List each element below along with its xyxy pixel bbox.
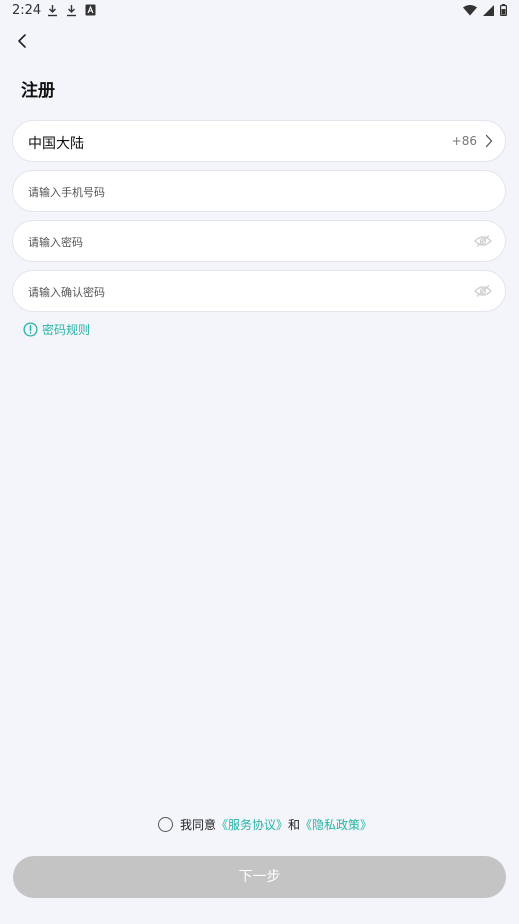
region-label: 中国大陆 — [28, 136, 84, 152]
chevron-left-icon — [18, 34, 26, 48]
next-button[interactable]: 下一步 — [13, 856, 506, 898]
confirm-password-placeholder: 请输入确认密码 — [28, 286, 105, 299]
signal-icon — [483, 4, 494, 16]
status-notification-icons — [47, 4, 96, 17]
agreement-row: 我同意《服务协议》和《隐私政策》 — [158, 816, 372, 833]
chevron-right-icon — [485, 134, 493, 148]
agreement-checkbox[interactable] — [158, 817, 173, 832]
page-title: 注册 — [21, 81, 55, 101]
back-button[interactable] — [12, 30, 34, 52]
download-icon — [67, 5, 76, 17]
phone-placeholder: 请输入手机号码 — [28, 186, 105, 199]
password-input[interactable]: 请输入密码 — [12, 220, 506, 262]
phone-input[interactable]: 请输入手机号码 — [12, 170, 506, 212]
password-placeholder: 请输入密码 — [28, 236, 83, 249]
wifi-icon — [463, 4, 477, 15]
eye-hidden-icon[interactable] — [474, 284, 492, 298]
info-circle-icon — [23, 322, 38, 337]
service-agreement-link[interactable]: 《服务协议》 — [216, 818, 288, 832]
notification-a-icon — [85, 4, 96, 16]
agreement-conjunction: 和 — [288, 818, 301, 832]
agreement-prefix: 我同意 — [180, 818, 217, 832]
status-system-icons — [463, 4, 507, 16]
region-selector[interactable]: 中国大陆 +86 — [12, 120, 506, 162]
confirm-password-input[interactable]: 请输入确认密码 — [12, 270, 506, 312]
country-code: +86 — [451, 134, 477, 148]
status-bar: 2:24 — [0, 0, 519, 22]
download-icon — [48, 5, 57, 17]
password-rules-label: 密码规则 — [42, 323, 91, 337]
battery-icon — [500, 4, 507, 16]
status-time: 2:24 — [12, 3, 42, 18]
eye-hidden-icon[interactable] — [474, 234, 492, 248]
privacy-policy-link[interactable]: 《隐私政策》 — [300, 818, 372, 832]
password-rules-link[interactable]: 密码规则 — [23, 321, 90, 338]
